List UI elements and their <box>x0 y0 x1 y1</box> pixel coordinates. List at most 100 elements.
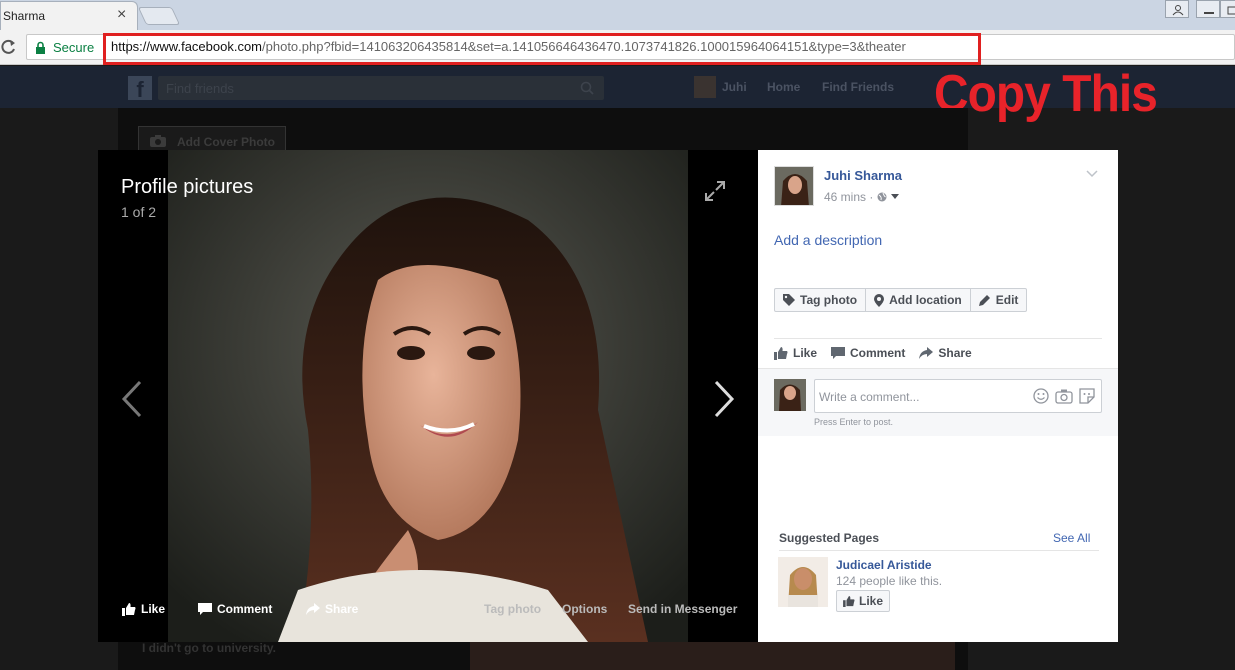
suggested-pages-title: Suggested Pages <box>779 531 880 545</box>
reload-icon[interactable] <box>0 38 18 56</box>
post-time: 46 mins · <box>824 190 900 204</box>
globe-icon <box>877 192 887 202</box>
browser-tab[interactable]: Sharma × <box>0 1 138 30</box>
emoji-icon[interactable] <box>1033 388 1049 404</box>
url-text[interactable]: https://www.facebook.com/photo.php?fbid=… <box>111 39 906 54</box>
search-placeholder: Find friends <box>166 81 234 96</box>
minimize-button[interactable] <box>1196 0 1220 18</box>
url-host: https://www.facebook.com <box>111 39 263 54</box>
panel-like-label: Like <box>793 346 818 360</box>
location-pin-icon <box>874 293 885 307</box>
privacy-dropdown-icon[interactable] <box>891 194 900 200</box>
comment-icon <box>831 346 846 359</box>
page-image <box>778 557 828 607</box>
album-title[interactable]: Profile pictures <box>121 176 253 199</box>
comment-label: Comment <box>217 602 273 616</box>
thumbs-up-icon <box>774 346 788 360</box>
lock-icon <box>36 41 45 54</box>
options-link[interactable]: Options <box>562 602 607 616</box>
suggested-page-name[interactable]: Judicael Aristide <box>836 558 932 572</box>
nav-profile[interactable]: Juhi <box>722 80 747 94</box>
panel-like-button[interactable]: Like <box>774 346 817 360</box>
share-button[interactable]: Share <box>306 602 358 616</box>
panel-share-label: Share <box>938 346 972 360</box>
divider <box>779 550 1099 551</box>
avatar[interactable] <box>694 76 716 98</box>
background-photo <box>470 642 955 670</box>
tab-close-icon[interactable]: × <box>117 6 126 24</box>
facebook-logo-icon[interactable]: f <box>128 76 152 102</box>
comment-button[interactable]: Comment <box>198 602 272 616</box>
pencil-icon <box>978 295 990 306</box>
photo-position: 1 of 2 <box>121 204 157 220</box>
comment-input[interactable]: Write a comment... <box>814 379 1102 413</box>
share-icon <box>306 603 320 615</box>
tab-title: Sharma <box>3 9 46 23</box>
thumbs-up-icon <box>843 595 855 607</box>
send-messenger-link[interactable]: Send in Messenger <box>628 602 737 616</box>
maximize-button[interactable] <box>1220 0 1235 18</box>
photo-theater: Profile pictures 1 of 2 Like Comment Sha… <box>98 150 758 642</box>
add-location-label: Add location <box>889 293 962 307</box>
add-description-link[interactable]: Add a description <box>774 232 882 248</box>
camera-icon <box>150 135 166 147</box>
profile-photo[interactable] <box>168 150 688 642</box>
divider <box>774 338 1102 339</box>
tag-icon <box>783 294 795 306</box>
add-cover-photo-label: Add Cover Photo <box>177 135 275 149</box>
edit-label: Edit <box>995 293 1019 307</box>
panel-share-button[interactable]: Share <box>919 346 972 360</box>
bio-snippet: I didn't go to university. <box>142 641 276 655</box>
minimize-icon <box>1204 12 1214 14</box>
chevron-down-icon[interactable] <box>1086 170 1098 178</box>
suggested-page-like-button[interactable]: Like <box>836 590 891 612</box>
profile-button[interactable] <box>1165 0 1189 18</box>
camera-icon[interactable] <box>1055 388 1073 404</box>
search-icon[interactable] <box>580 81 594 95</box>
author-avatar[interactable] <box>774 166 814 206</box>
thumbs-up-icon <box>122 602 136 616</box>
secure-label: Secure <box>53 40 95 55</box>
panel-comment-button[interactable]: Comment <box>831 346 905 360</box>
like-button[interactable]: Like <box>122 602 165 616</box>
nav-home[interactable]: Home <box>767 80 800 94</box>
browser-tab-bar: Sharma × <box>0 0 1235 30</box>
nav-find-friends[interactable]: Find Friends <box>822 80 894 94</box>
suggested-page-likes: 124 people like this. <box>836 574 943 588</box>
post-action-bar: Like Comment Share <box>774 346 972 360</box>
photo-details-panel: Juhi Sharma 46 mins · Add a description … <box>758 150 1118 642</box>
share-label: Share <box>325 602 359 616</box>
comment-composer: Write a comment... Press Enter to post. <box>758 368 1118 436</box>
comment-hint: Press Enter to post. <box>814 417 894 427</box>
time-label[interactable]: 46 mins · <box>824 190 873 204</box>
avatar-image <box>774 379 806 411</box>
user-icon <box>1172 5 1184 16</box>
search-input[interactable]: Find friends <box>158 76 604 100</box>
tag-photo-link[interactable]: Tag photo <box>484 602 541 616</box>
new-tab-button[interactable] <box>137 7 181 25</box>
author-name[interactable]: Juhi Sharma <box>824 168 902 183</box>
suggested-page-thumbnail[interactable] <box>778 557 828 607</box>
comment-icon <box>198 602 212 615</box>
share-icon <box>919 347 934 359</box>
theater-action-bar: Like Comment Share Tag photo Options Sen… <box>98 602 758 624</box>
url-path: /photo.php?fbid=141063206435814&set=a.14… <box>262 39 906 54</box>
comment-tools <box>1033 388 1095 404</box>
see-all-link[interactable]: See All <box>1053 531 1090 545</box>
tag-photo-label: Tag photo <box>800 293 858 307</box>
photo-edit-buttons: Tag photo Add location Edit <box>774 288 1028 312</box>
like-label: Like <box>141 602 166 616</box>
avatar-image <box>775 167 813 205</box>
sticker-icon[interactable] <box>1079 388 1095 404</box>
maximize-icon <box>1227 6 1235 15</box>
panel-comment-label: Comment <box>850 346 906 360</box>
edit-button[interactable]: Edit <box>971 289 1027 311</box>
next-arrow-icon[interactable] <box>710 378 738 420</box>
commenter-avatar <box>774 379 806 411</box>
suggested-like-label: Like <box>859 594 884 608</box>
expand-icon[interactable] <box>704 180 726 202</box>
add-location-button[interactable]: Add location <box>866 289 971 311</box>
tag-photo-button[interactable]: Tag photo <box>775 289 867 311</box>
comment-placeholder: Write a comment... <box>819 390 920 404</box>
previous-arrow-icon[interactable] <box>118 378 146 420</box>
